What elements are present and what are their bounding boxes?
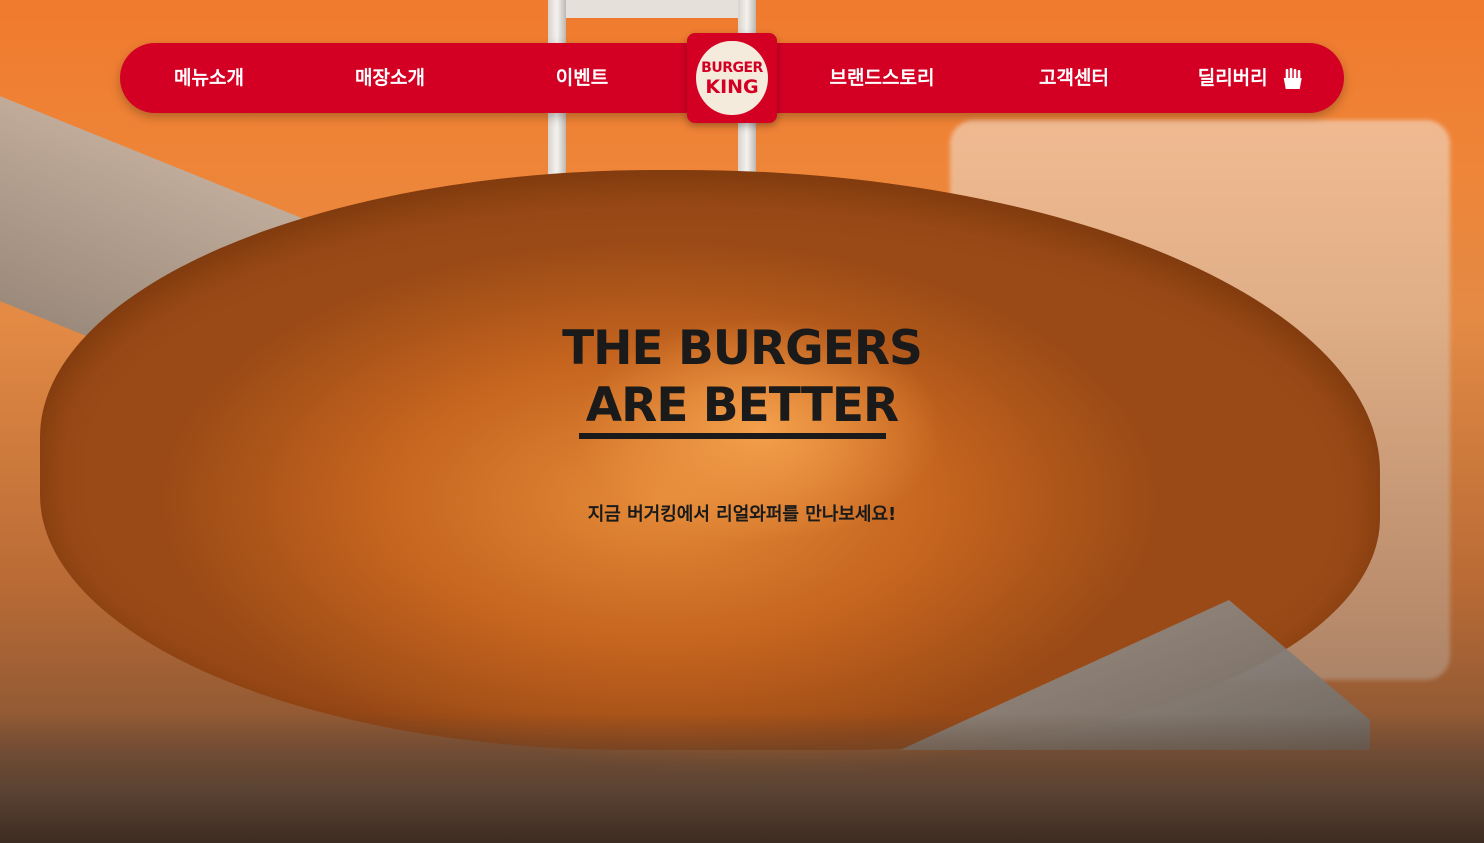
nav-item-menu[interactable]: 메뉴소개 [174, 43, 244, 113]
nav-item-customer-center[interactable]: 고객센터 [1039, 43, 1109, 113]
fork [548, 0, 756, 18]
headline-line-1: THE BURGERS [562, 321, 923, 376]
logo-text-burger: BURGER [701, 60, 763, 76]
nav-item-brand-story[interactable]: 브랜드스토리 [830, 43, 935, 113]
fries-icon [1283, 67, 1302, 89]
headline-line-2: ARE BETTER [585, 378, 899, 433]
logo-bun: BURGER KING [696, 41, 768, 115]
nav-item-delivery[interactable]: 딜리버리 [1198, 43, 1303, 113]
logo-text-king: KING [705, 76, 759, 98]
nav-item-stores[interactable]: 매장소개 [355, 43, 425, 113]
hero-subtext: 지금 버거킹에서 리얼와퍼를 만나보세요! [587, 504, 897, 525]
nav-item-delivery-label: 딜리버리 [1197, 67, 1268, 89]
headline-underline [579, 433, 886, 439]
counter-surface [0, 713, 1484, 843]
nav-item-events[interactable]: 이벤트 [556, 43, 608, 113]
burger-king-logo[interactable]: BURGER KING [687, 33, 777, 123]
